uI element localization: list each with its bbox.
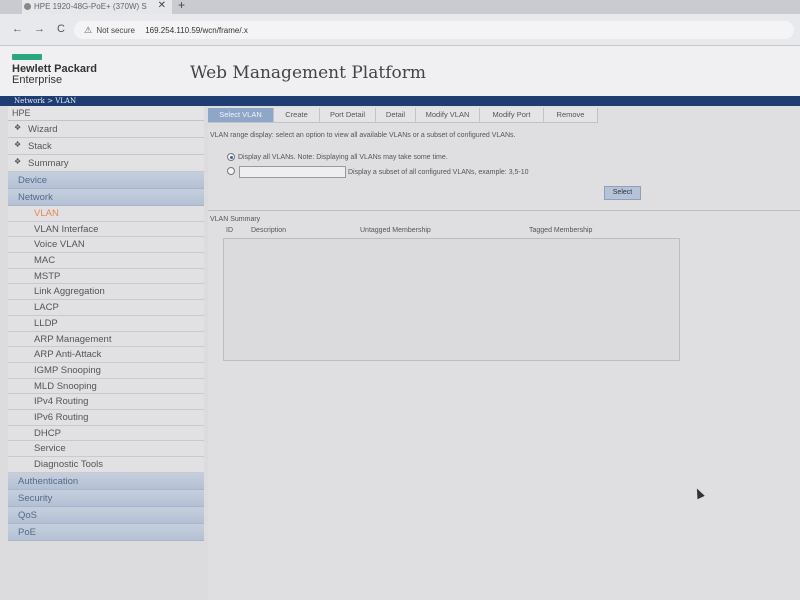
tab-create[interactable]: Create [274, 108, 320, 123]
sidebar-item-igmp-snooping[interactable]: IGMP Snooping [8, 362, 204, 379]
sidebar-item-summary[interactable]: ❖ Summary [8, 155, 204, 172]
favicon-icon [24, 3, 31, 10]
sidebar-item-ipv4-routing[interactable]: IPv4 Routing [8, 394, 204, 410]
vlan-summary-table [223, 238, 680, 361]
new-tab-button[interactable]: + [178, 0, 185, 12]
sidebar-item-lldp[interactable]: LLDP [8, 315, 204, 332]
sidebar-item-label: Stack [28, 141, 52, 152]
sidebar-item-diagnostic-tools[interactable]: Diagnostic Tools [8, 457, 204, 473]
bullet-icon: ❖ [14, 157, 22, 166]
sidebar-item-arp-management[interactable]: ARP Management [8, 331, 204, 348]
display-subset-radio[interactable] [227, 167, 235, 175]
tab-select-vlan[interactable]: Select VLAN [208, 108, 274, 123]
vlan-summary-title: VLAN Summary [210, 216, 261, 223]
column-header-tagged: Tagged Membership [529, 227, 593, 234]
column-header-untagged: Untagged Membership [360, 227, 431, 234]
sidebar-item-ipv6-routing[interactable]: IPv6 Routing [8, 409, 204, 426]
sidebar-item-mstp[interactable]: MSTP [8, 268, 204, 285]
back-arrow-icon[interactable]: ← [12, 23, 23, 35]
sidebar-category-qos[interactable]: QoS [8, 506, 204, 524]
tab-port-detail[interactable]: Port Detail [320, 108, 376, 123]
section-divider [208, 210, 800, 211]
app-header: Hewlett Packard Enterprise Web Managemen… [0, 46, 800, 96]
browser-tab[interactable]: HPE 1920-48G-PoE+ (370W) S ✕ [22, 0, 172, 14]
sidebar-item-voice-vlan[interactable]: Voice VLAN [8, 237, 204, 254]
column-header-id: ID [226, 227, 233, 234]
warning-icon: ⚠ [84, 25, 93, 35]
sidebar-item-lacp[interactable]: LACP [8, 300, 204, 316]
sidebar-category-poe[interactable]: PoE [8, 523, 204, 541]
sidebar-item-mac[interactable]: MAC [8, 253, 204, 269]
sidebar-item-wizard[interactable]: ❖ Wizard [8, 121, 204, 138]
vlan-range-input[interactable] [239, 166, 346, 178]
breadcrumb: Network > VLAN [0, 96, 800, 106]
select-button[interactable]: Select [604, 186, 641, 200]
address-bar[interactable]: ⚠ Not secure 169.254.110.59/wcn/frame/.x [74, 21, 794, 39]
sidebar-category-authentication[interactable]: Authentication [8, 472, 204, 490]
browser-tab-title: HPE 1920-48G-PoE+ (370W) S [34, 2, 147, 11]
forward-arrow-icon[interactable]: → [34, 23, 45, 35]
bullet-icon: ❖ [14, 123, 22, 132]
browser-navbar: ← → C ⚠ Not secure 169.254.110.59/wcn/fr… [0, 14, 800, 46]
display-subset-label: Display a subset of all configured VLANs… [348, 169, 529, 176]
tab-modify-port[interactable]: Modify Port [480, 108, 544, 123]
sidebar-item-vlan[interactable]: VLAN [8, 206, 204, 222]
sidebar-nav: HPE ❖ Wizard ❖ Stack ❖ Summary Device Ne… [8, 106, 204, 546]
sidebar-item-arp-anti-attack[interactable]: ARP Anti-Attack [8, 347, 204, 363]
sidebar-item-service[interactable]: Service [8, 441, 204, 457]
sidebar-root[interactable]: HPE [8, 106, 204, 121]
display-all-label: Display all VLANs. Note: Displaying all … [238, 154, 448, 161]
sidebar-item-stack[interactable]: ❖ Stack [8, 138, 204, 155]
sidebar-category-security[interactable]: Security [8, 489, 204, 507]
main-panel: Select VLAN Create Port Detail Detail Mo… [208, 106, 800, 600]
security-label: Not secure [96, 26, 135, 35]
display-all-radio[interactable] [227, 153, 235, 161]
bullet-icon: ❖ [14, 140, 22, 149]
close-tab-icon[interactable]: ✕ [158, 0, 166, 11]
logo-line-2: Enterprise [12, 74, 63, 86]
sidebar-item-label: Wizard [28, 124, 58, 135]
company-logo: Hewlett Packard Enterprise [12, 64, 132, 86]
vlan-range-description: VLAN range display: select an option to … [210, 132, 516, 139]
column-header-description: Description [251, 227, 287, 234]
sidebar-item-mld-snooping[interactable]: MLD Snooping [8, 378, 204, 395]
sidebar-category-network[interactable]: Network [8, 189, 204, 206]
sidebar-item-vlan-interface[interactable]: VLAN Interface [8, 221, 204, 238]
reload-icon[interactable]: C [57, 23, 65, 35]
tab-remove[interactable]: Remove [544, 108, 598, 123]
page-title: Web Management Platform [190, 63, 426, 83]
browser-tabstrip: HPE 1920-48G-PoE+ (370W) S ✕ + [0, 0, 800, 14]
tab-modify-vlan[interactable]: Modify VLAN [416, 108, 480, 123]
sidebar-item-dhcp[interactable]: DHCP [8, 425, 204, 442]
sidebar-item-link-aggregation[interactable]: Link Aggregation [8, 284, 204, 301]
hpe-logo-icon [12, 54, 42, 60]
sidebar-item-label: Summary [28, 158, 69, 169]
sidebar-category-device[interactable]: Device [8, 172, 204, 189]
url-text: 169.254.110.59/wcn/frame/.x [145, 26, 248, 35]
tab-detail[interactable]: Detail [376, 108, 416, 123]
